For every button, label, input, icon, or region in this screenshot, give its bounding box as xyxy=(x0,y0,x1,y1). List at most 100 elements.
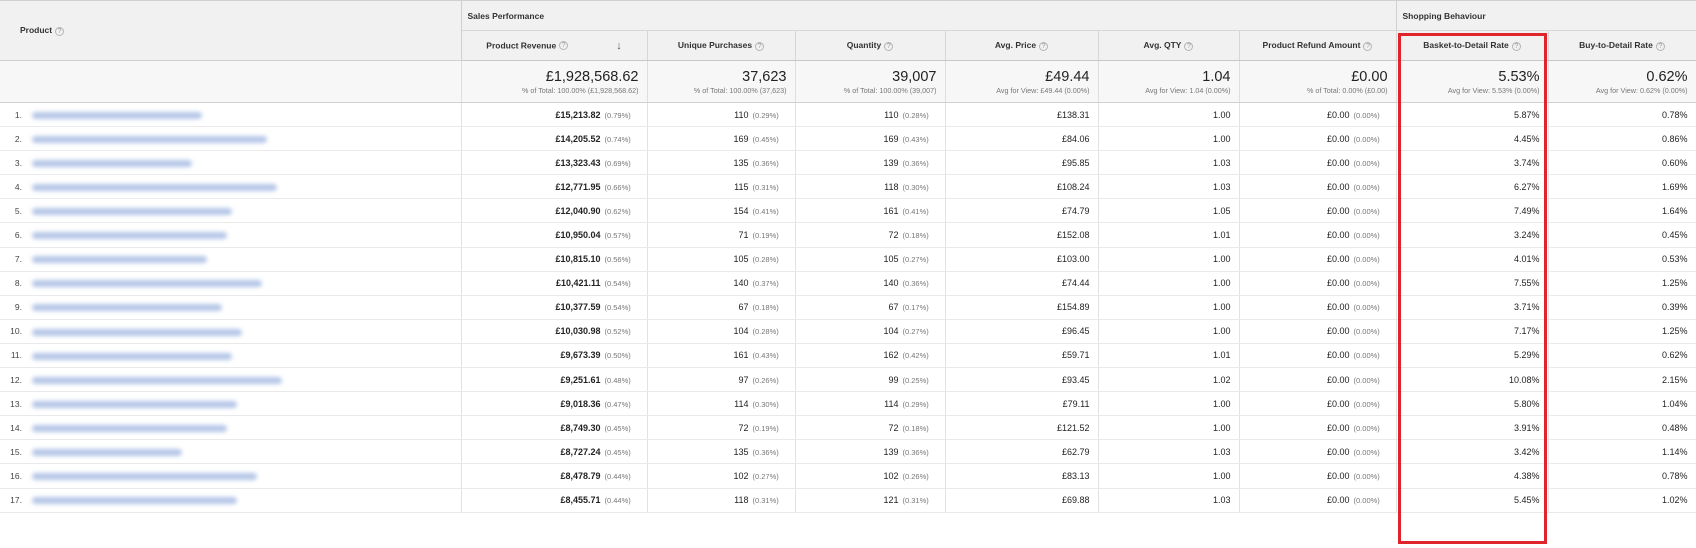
product-cell[interactable]: 11. xyxy=(0,343,462,369)
unique-purchases-cell: 161 (0.43%) xyxy=(647,343,796,369)
product-name-link[interactable] xyxy=(32,111,202,119)
refund-amount-cell: £0.00 (0.00%) xyxy=(1239,222,1397,248)
cell-percent: (0.00%) xyxy=(1353,303,1380,313)
product-name-link[interactable] xyxy=(32,208,232,216)
arrow-down-icon[interactable]: ↓ xyxy=(616,40,622,52)
cell-value: 140 xyxy=(883,278,899,289)
product-cell[interactable]: 13. xyxy=(0,391,462,417)
product-name-link[interactable] xyxy=(32,256,207,264)
product-column-header[interactable]: Product? xyxy=(0,0,462,61)
product-name-link[interactable] xyxy=(32,424,227,432)
product-cell[interactable]: 8. xyxy=(0,271,462,296)
column-header-unique-purchases[interactable]: Unique Purchases? xyxy=(647,30,796,61)
cell-value: £10,030.98 xyxy=(555,326,601,337)
row-index: 16. xyxy=(10,470,22,481)
quantity-cell: 139 (0.36%) xyxy=(795,150,946,176)
product-cell[interactable]: 1. xyxy=(0,102,462,128)
basket-to-detail-cell: 3.42% xyxy=(1396,439,1549,465)
product-cell[interactable]: 3. xyxy=(0,150,462,176)
total-value: 39,007 xyxy=(892,68,937,85)
question-circle-icon[interactable]: ? xyxy=(55,26,65,36)
cell-percent: (0.57%) xyxy=(604,231,631,241)
product-cell[interactable]: 10. xyxy=(0,319,462,344)
unique-purchases-cell: 115 (0.31%) xyxy=(647,174,796,200)
product-name-link[interactable] xyxy=(32,376,282,384)
cell-value: 114 xyxy=(734,398,749,409)
total-buy-to-detail-rate: 0.62% Avg for View: 0.62% (0.00%) xyxy=(1548,60,1696,103)
product-cell[interactable]: 16. xyxy=(0,463,462,489)
cell-value: 114 xyxy=(884,398,899,409)
product-name-link[interactable] xyxy=(32,448,182,456)
unique-purchases-cell: 72 (0.19%) xyxy=(647,415,796,441)
column-header-quantity[interactable]: Quantity? xyxy=(795,30,946,61)
cell-percent: (0.31%) xyxy=(752,496,779,506)
cell-value: 118 xyxy=(734,495,749,506)
cell-value: 140 xyxy=(733,278,749,289)
refund-amount-cell: £0.00 (0.00%) xyxy=(1239,343,1397,369)
product-name-link[interactable] xyxy=(32,352,232,360)
question-circle-icon[interactable]: ? xyxy=(884,41,894,51)
unique-purchases-cell: 118 (0.31%) xyxy=(647,488,796,513)
product-cell[interactable]: 5. xyxy=(0,198,462,224)
product-name-link[interactable] xyxy=(32,159,192,167)
avg-price-cell: £69.88 xyxy=(945,488,1099,513)
product-name-link[interactable] xyxy=(32,183,277,191)
avg-qty-cell: 1.00 xyxy=(1098,102,1240,128)
question-circle-icon[interactable]: ? xyxy=(1511,41,1521,51)
cell-percent: (0.41%) xyxy=(752,206,779,216)
product-name-link[interactable] xyxy=(32,328,242,336)
row-index: 15. xyxy=(10,446,22,457)
column-header-avg-qty[interactable]: Avg. QTY? xyxy=(1098,30,1240,61)
product-name-link[interactable] xyxy=(32,280,262,288)
product-name-link[interactable] xyxy=(32,473,257,481)
question-circle-icon[interactable]: ? xyxy=(1363,41,1373,51)
product-name-link[interactable] xyxy=(32,400,237,408)
product-cell[interactable]: 15. xyxy=(0,439,462,465)
product-cell[interactable]: 9. xyxy=(0,295,462,320)
product-cell[interactable]: 7. xyxy=(0,247,462,272)
cell-percent: (0.00%) xyxy=(1353,206,1380,216)
cell-percent: (0.52%) xyxy=(604,327,631,337)
basket-to-detail-cell: 3.24% xyxy=(1396,222,1549,248)
question-circle-icon[interactable]: ? xyxy=(755,41,765,51)
product-name-link[interactable] xyxy=(32,497,237,505)
column-header-product-revenue[interactable]: Product Revenue? ↓ xyxy=(461,30,648,61)
product-cell[interactable]: 14. xyxy=(0,415,462,441)
question-circle-icon[interactable]: ? xyxy=(1039,41,1049,51)
column-header-buy-to-detail-rate[interactable]: Buy-to-Detail Rate? xyxy=(1548,30,1696,61)
cell-percent: (0.00%) xyxy=(1353,496,1380,506)
quantity-cell: 121 (0.31%) xyxy=(795,488,946,513)
product-cell[interactable]: 2. xyxy=(0,126,462,152)
avg-qty-cell: 1.00 xyxy=(1098,391,1240,417)
cell-value: 102 xyxy=(883,470,899,481)
cell-percent: (0.00%) xyxy=(1353,255,1380,265)
cell-value: £8,749.30 xyxy=(560,422,601,433)
column-header-basket-to-detail-rate[interactable]: Basket-to-Detail Rate? xyxy=(1396,30,1549,61)
product-name-link[interactable] xyxy=(32,135,267,143)
avg-qty-cell: 1.03 xyxy=(1098,488,1240,513)
question-circle-icon[interactable]: ? xyxy=(559,41,569,50)
ecommerce-product-table: Product? Sales Performance Shopping Beha… xyxy=(0,0,1696,513)
cell-value: 72 xyxy=(888,230,899,241)
cell-value: 135 xyxy=(733,157,749,168)
column-header-label: Buy-to-Detail Rate xyxy=(1579,40,1653,51)
column-header-avg-price[interactable]: Avg. Price? xyxy=(945,30,1099,61)
basket-to-detail-cell: 3.74% xyxy=(1396,150,1549,176)
product-cell[interactable]: 4. xyxy=(0,174,462,200)
product-cell[interactable]: 17. xyxy=(0,488,462,513)
product-cell[interactable]: 12. xyxy=(0,367,462,393)
product-name-link[interactable] xyxy=(32,232,227,240)
avg-price-cell: £84.06 xyxy=(945,126,1099,152)
question-circle-icon[interactable]: ? xyxy=(1655,41,1665,51)
product-cell[interactable]: 6. xyxy=(0,222,462,248)
total-value: 37,623 xyxy=(742,68,787,85)
column-header-refund-amount[interactable]: Product Refund Amount? xyxy=(1239,30,1397,61)
cell-percent: (0.27%) xyxy=(902,327,929,337)
cell-value: 139 xyxy=(883,157,899,168)
column-header-label: Quantity xyxy=(846,40,882,51)
unique-purchases-cell: 71 (0.19%) xyxy=(647,222,796,248)
total-value: £49.44 xyxy=(1045,68,1090,85)
question-circle-icon[interactable]: ? xyxy=(1184,41,1194,51)
product-name-link[interactable] xyxy=(32,304,222,312)
product-revenue-cell: £9,673.39 (0.50%) xyxy=(461,343,648,369)
